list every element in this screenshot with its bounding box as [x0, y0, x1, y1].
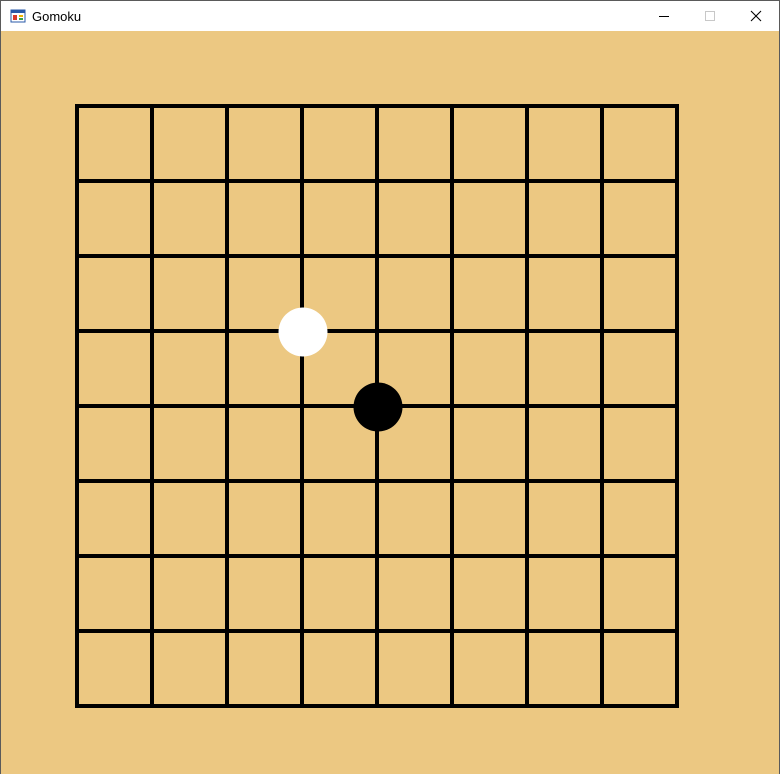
- maximize-icon: [705, 11, 715, 21]
- maximize-button[interactable]: [687, 1, 733, 31]
- gomoku-window: Gomoku: [0, 0, 780, 774]
- game-area[interactable]: [1, 31, 779, 774]
- close-icon: [750, 10, 762, 22]
- window-controls: [641, 1, 779, 31]
- white-stone: [278, 307, 328, 357]
- minimize-button[interactable]: [641, 1, 687, 31]
- close-button[interactable]: [733, 1, 779, 31]
- black-stone: [353, 382, 403, 432]
- windows-form-icon: [10, 8, 26, 24]
- title-bar[interactable]: Gomoku: [1, 1, 779, 31]
- window-title: Gomoku: [32, 8, 82, 24]
- minimize-icon: [659, 16, 669, 17]
- gomoku-board[interactable]: [1, 31, 779, 774]
